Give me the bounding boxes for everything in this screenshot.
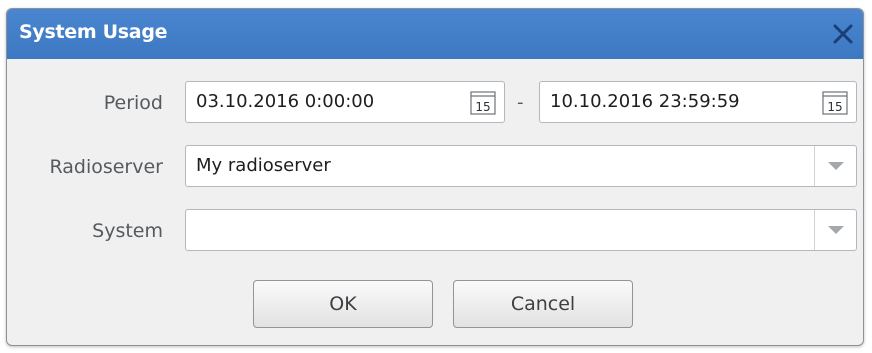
dialog-title: System Usage <box>19 21 168 43</box>
period-from-value: 03.10.2016 0:00:00 <box>196 91 375 112</box>
system-label: System <box>92 220 163 242</box>
system-dropdown-button[interactable] <box>814 210 856 250</box>
title-bar[interactable]: System Usage <box>7 9 863 59</box>
calendar-icon[interactable]: 15 <box>470 91 496 115</box>
period-separator: - <box>517 92 524 113</box>
close-icon[interactable] <box>829 20 857 48</box>
period-to-field[interactable]: 10.10.2016 23:59:59 15 <box>539 81 857 123</box>
radioserver-value: My radioserver <box>196 155 331 176</box>
calendar-day-text: 15 <box>827 100 842 114</box>
radioserver-combobox[interactable]: My radioserver <box>185 145 857 187</box>
cancel-button[interactable]: Cancel <box>453 280 633 328</box>
radioserver-label: Radioserver <box>49 156 163 178</box>
calendar-icon[interactable]: 15 <box>822 91 848 115</box>
period-from-field[interactable]: 03.10.2016 0:00:00 15 <box>185 81 505 123</box>
system-combobox[interactable] <box>185 209 857 251</box>
radioserver-dropdown-button[interactable] <box>814 146 856 186</box>
ok-button[interactable]: OK <box>253 280 433 328</box>
period-to-value: 10.10.2016 23:59:59 <box>550 91 740 112</box>
period-label: Period <box>103 92 163 114</box>
calendar-day-text: 15 <box>475 100 490 114</box>
chevron-down-icon <box>828 162 844 170</box>
chevron-down-icon <box>828 226 844 234</box>
system-usage-dialog: System Usage Period 03.10.2016 0:00:00 1… <box>6 8 864 346</box>
